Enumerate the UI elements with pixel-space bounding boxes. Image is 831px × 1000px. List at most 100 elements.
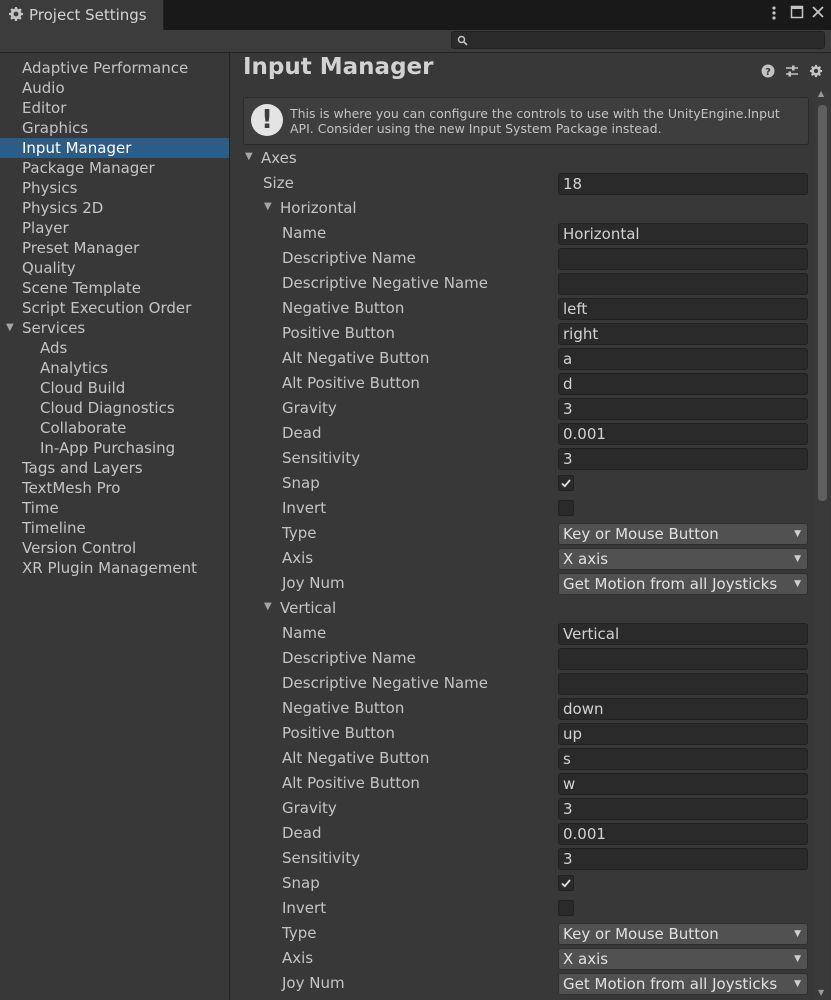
negative-button-field[interactable]: down [558,698,808,720]
positive-button-field[interactable]: up [558,723,808,745]
descriptive-name-field[interactable] [558,248,808,270]
sidebar-item-script-execution-order[interactable]: Script Execution Order [0,298,229,318]
sensitivity-field[interactable]: 3 [558,848,808,870]
sidebar-item-in-app-purchasing[interactable]: In-App Purchasing [0,438,229,458]
negative-button-field[interactable]: left [558,298,808,320]
sidebar-item-graphics[interactable]: Graphics [0,118,229,138]
presets-icon[interactable] [785,64,799,78]
foldout-arrow-icon[interactable]: ▼ [264,201,272,212]
sidebar-item-textmesh-pro[interactable]: TextMesh Pro [0,478,229,498]
sidebar-item-tags-and-layers[interactable]: Tags and Layers [0,458,229,478]
snap-checkbox[interactable] [558,875,574,891]
invert-checkbox[interactable] [558,900,574,916]
maximize-icon[interactable] [790,5,804,23]
type-dropdown[interactable]: Key or Mouse Button ▼ [558,523,808,545]
sidebar-item-services[interactable]: ▼ Services [0,318,229,338]
alt-positive-button-field[interactable]: d [558,373,808,395]
joy-num-dropdown[interactable]: Get Motion from all Joysticks ▼ [558,973,808,995]
axes-foldout-label: Axes [261,149,297,167]
snap-label: Snap [282,874,320,892]
close-icon[interactable] [811,5,825,23]
sidebar-item-preset-manager[interactable]: Preset Manager [0,238,229,258]
alt-negative-button-field[interactable]: a [558,348,808,370]
sidebar-item-scene-template[interactable]: Scene Template [0,278,229,298]
dead-field[interactable]: 0.001 [558,423,808,445]
name-label: Name [282,224,327,242]
descriptive-negative-name-label: Descriptive Negative Name [282,274,488,292]
sidebar-item-editor[interactable]: Editor [0,98,229,118]
joy-num-dropdown[interactable]: Get Motion from all Joysticks ▼ [558,573,808,595]
settings-icon[interactable] [809,64,823,78]
fold-arrow-icon[interactable]: ▼ [6,318,14,338]
scroll-down-arrow-icon[interactable]: ▼ [818,988,824,997]
property-row: Descriptive Negative Name [231,271,811,296]
sidebar-item-physics[interactable]: Physics [0,178,229,198]
descriptive-name-label: Descriptive Name [282,249,416,267]
scroll-up-arrow-icon[interactable]: ▲ [818,89,824,98]
property-row: Snap [231,471,811,496]
property-row: Invert [231,496,811,521]
name-field[interactable]: Vertical [558,623,808,645]
sidebar-item-analytics[interactable]: Analytics [0,358,229,378]
help-message: This is where you can configure the cont… [290,106,780,136]
property-row: Dead 0.001 [231,821,811,846]
dropdown-arrow-icon: ▼ [794,554,801,564]
gravity-field[interactable]: 3 [558,798,808,820]
type-label: Type [282,924,317,942]
sidebar-item-input-manager[interactable]: Input Manager [0,138,229,158]
help-icon[interactable]: ? [761,64,775,78]
dead-field[interactable]: 0.001 [558,823,808,845]
sidebar-item-cloud-build[interactable]: Cloud Build [0,378,229,398]
property-row: Name Vertical [231,621,811,646]
sidebar-item-label: XR Plugin Management [22,559,197,577]
alt-negative-button-label: Alt Negative Button [282,749,430,767]
sidebar-item-ads[interactable]: Ads [0,338,229,358]
gravity-label: Gravity [282,399,337,417]
search-input[interactable] [451,31,825,49]
sidebar-item-cloud-diagnostics[interactable]: Cloud Diagnostics [0,398,229,418]
dropdown-arrow-icon: ▼ [794,954,801,964]
descriptive-name-field[interactable] [558,648,808,670]
name-field[interactable]: Horizontal [558,223,808,245]
sidebar-item-collaborate[interactable]: Collaborate [0,418,229,438]
sidebar-item-time[interactable]: Time [0,498,229,518]
sidebar-item-quality[interactable]: Quality [0,258,229,278]
axis-dropdown[interactable]: X axis ▼ [558,948,808,970]
sidebar-item-xr-plugin-management[interactable]: XR Plugin Management [0,558,229,578]
invert-checkbox[interactable] [558,500,574,516]
gravity-field[interactable]: 3 [558,398,808,420]
sidebar-item-physics-2d[interactable]: Physics 2D [0,198,229,218]
sidebar-item-label: Physics [22,179,78,197]
alt-positive-button-field[interactable]: w [558,773,808,795]
sidebar-item-audio[interactable]: Audio [0,78,229,98]
alt-negative-button-field[interactable]: s [558,748,808,770]
sidebar-item-label: Script Execution Order [22,299,192,317]
sidebar-item-timeline[interactable]: Timeline [0,518,229,538]
axis-dropdown[interactable]: X axis ▼ [558,548,808,570]
size-field[interactable]: 18 [558,173,808,195]
sidebar-item-label: Adaptive Performance [22,59,189,77]
descriptive-name-label: Descriptive Name [282,649,416,667]
sidebar-item-label: Preset Manager [22,239,140,257]
snap-checkbox[interactable] [558,475,574,491]
sidebar-item-version-control[interactable]: Version Control [0,538,229,558]
sidebar-item-label: Cloud Build [40,379,126,397]
positive-button-field[interactable]: right [558,323,808,345]
sidebar-item-package-manager[interactable]: Package Manager [0,158,229,178]
descriptive-negative-name-field[interactable] [558,673,808,695]
sidebar-item-label: Time [22,499,59,517]
type-value: Key or Mouse Button [563,925,719,943]
property-row: Joy Num Get Motion from all Joysticks ▼ [231,571,811,596]
descriptive-negative-name-field[interactable] [558,273,808,295]
kebab-menu-icon[interactable] [770,5,778,25]
project-settings-tab[interactable]: Project Settings [0,0,164,30]
sensitivity-field[interactable]: 3 [558,448,808,470]
type-dropdown[interactable]: Key or Mouse Button ▼ [558,923,808,945]
foldout-arrow-icon[interactable]: ▼ [264,601,272,612]
sidebar-item-adaptive-performance[interactable]: Adaptive Performance [0,58,229,78]
scrollbar-thumb[interactable] [818,105,827,501]
search-icon [457,35,468,46]
joy-num-label: Joy Num [282,574,345,592]
sidebar-item-player[interactable]: Player [0,218,229,238]
foldout-arrow-icon[interactable]: ▼ [245,151,253,162]
